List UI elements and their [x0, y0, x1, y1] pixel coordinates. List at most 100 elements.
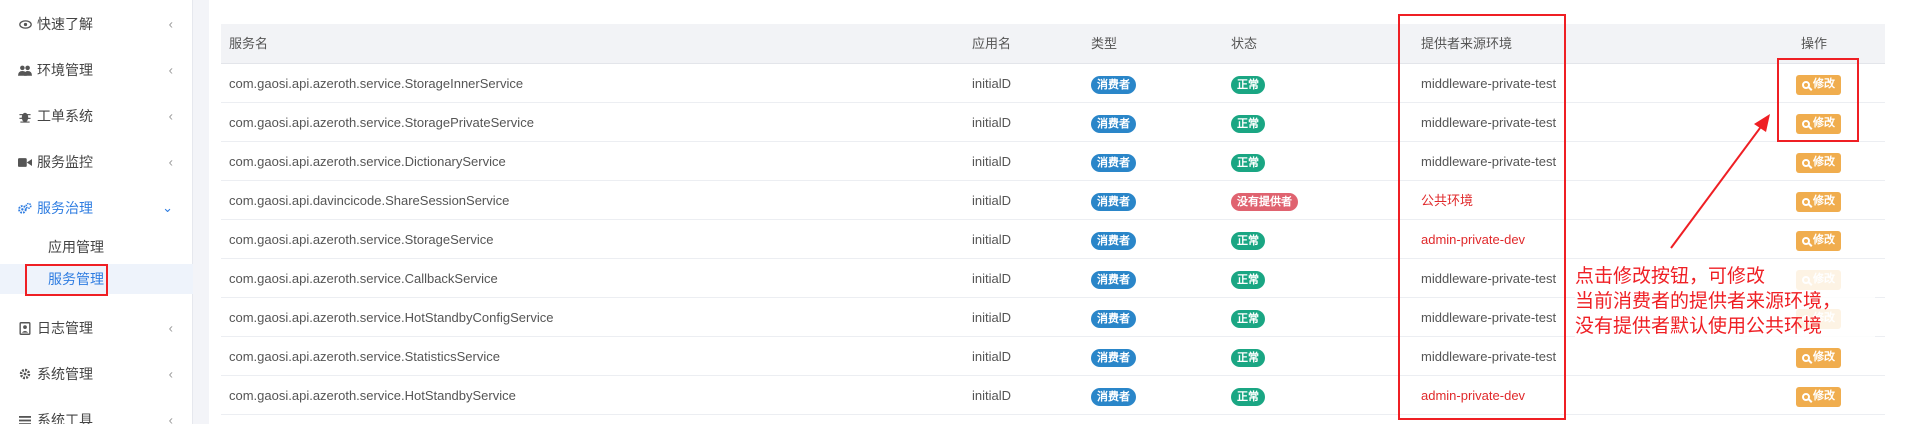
cell-app-name: initialD: [972, 76, 1012, 91]
search-icon: [1802, 197, 1810, 206]
cogs-icon: [18, 201, 32, 215]
column-header-type: 类型: [1091, 36, 1118, 51]
cell-action: 修改: [1796, 337, 1841, 376]
status-badge: 正常: [1231, 114, 1265, 133]
edit-buttons-highlight: [1777, 58, 1859, 142]
gear-icon: [18, 367, 32, 381]
edit-button[interactable]: 修改: [1796, 191, 1841, 212]
annotation-text: 点击修改按钮，可修改 当前消费者的提供者来源环境， 没有提供者默认使用公共环境: [1575, 264, 1875, 339]
cell-type: 消费者: [1091, 181, 1136, 220]
sidebar-item-log-management[interactable]: 日志管理 ‹: [0, 314, 193, 342]
cell-type: 消费者: [1091, 298, 1136, 337]
chevron-left-icon: ‹: [168, 108, 173, 124]
cell-app-name: initialD: [972, 115, 1012, 130]
status-badge: 没有提供者: [1231, 192, 1298, 211]
edit-button-label: 修改: [1813, 351, 1835, 364]
chevron-left-icon: ‹: [168, 412, 173, 424]
annotation-line: 点击修改按钮，可修改: [1575, 265, 1766, 287]
edit-button[interactable]: 修改: [1796, 152, 1841, 173]
edit-button-label: 修改: [1813, 156, 1835, 169]
sidebar-item-quick-start[interactable]: 快速了解 ‹: [0, 10, 193, 38]
cell-service-name: com.gaosi.api.azeroth.service.HotStandby…: [229, 310, 554, 325]
video-icon: [18, 155, 32, 169]
type-badge: 消费者: [1091, 348, 1136, 367]
cell-status: 正常: [1231, 337, 1265, 376]
sidebar-item-service-governance[interactable]: 服务治理 ⌄: [0, 194, 193, 222]
status-badge: 正常: [1231, 270, 1265, 289]
cell-status: 没有提供者: [1231, 181, 1298, 220]
cell-status: 正常: [1231, 64, 1265, 103]
edit-button-label: 修改: [1813, 390, 1835, 403]
sidebar-item-label: 工单系统: [37, 108, 93, 124]
cell-type: 消费者: [1091, 142, 1136, 181]
sidebar-item-service-monitor[interactable]: 服务监控 ‹: [0, 148, 193, 176]
type-badge: 消费者: [1091, 231, 1136, 250]
column-header-service: 服务名: [229, 36, 269, 51]
edit-button-label: 修改: [1813, 234, 1835, 247]
annotation-line: 当前消费者的提供者来源环境，: [1575, 290, 1842, 312]
chevron-left-icon: ‹: [168, 62, 173, 78]
cell-app-name: initialD: [972, 271, 1012, 286]
cell-status: 正常: [1231, 103, 1265, 142]
table-row: com.gaosi.api.azeroth.service.StorageSer…: [221, 220, 1885, 259]
table-body: com.gaosi.api.azeroth.service.StorageInn…: [221, 64, 1885, 415]
type-badge: 消费者: [1091, 309, 1136, 328]
status-badge: 正常: [1231, 387, 1265, 406]
status-badge: 正常: [1231, 231, 1265, 250]
sidebar-item-system-tools[interactable]: 系统工具 ‹: [0, 406, 193, 424]
cell-service-name: com.gaosi.api.azeroth.service.StoragePri…: [229, 115, 534, 130]
sidebar-subitem-app-management[interactable]: 应用管理: [0, 232, 193, 262]
column-header-status: 状态: [1231, 36, 1258, 51]
cell-service-name: com.gaosi.api.azeroth.service.HotStandby…: [229, 388, 516, 403]
chevron-left-icon: ‹: [168, 366, 173, 382]
search-icon: [1802, 353, 1810, 362]
cell-status: 正常: [1231, 142, 1265, 181]
cell-action: 修改: [1796, 220, 1841, 259]
env-column-highlight: [1398, 14, 1566, 420]
search-icon: [1802, 392, 1810, 401]
sidebar-item-system-management[interactable]: 系统管理 ‹: [0, 360, 193, 388]
cell-type: 消费者: [1091, 64, 1136, 103]
sidebar-item-label: 日志管理: [37, 320, 93, 336]
sidebar-item-label: 系统管理: [37, 366, 93, 382]
users-icon: [18, 63, 32, 77]
cell-status: 正常: [1231, 259, 1265, 298]
chevron-left-icon: ‹: [168, 154, 173, 170]
sidebar-item-env-management[interactable]: 环境管理 ‹: [0, 56, 193, 84]
services-table: 服务名 应用名 类型 状态 提供者来源环境 操作 com.gaosi.api.a…: [221, 24, 1885, 415]
table-row: com.gaosi.api.azeroth.service.Statistics…: [221, 337, 1885, 376]
sidebar-item-ticket-system[interactable]: 工单系统 ‹: [0, 102, 193, 130]
column-header-app: 应用名: [972, 36, 1012, 51]
cell-service-name: com.gaosi.api.azeroth.service.Dictionary…: [229, 154, 506, 169]
cell-type: 消费者: [1091, 220, 1136, 259]
annotation-line: 没有提供者默认使用公共环境: [1575, 315, 1823, 337]
edit-button[interactable]: 修改: [1796, 347, 1841, 368]
edit-button-label: 修改: [1813, 195, 1835, 208]
cell-type: 消费者: [1091, 259, 1136, 298]
cell-app-name: initialD: [972, 310, 1012, 325]
edit-button[interactable]: 修改: [1796, 386, 1841, 407]
cell-app-name: initialD: [972, 193, 1012, 208]
cell-service-name: com.gaosi.api.azeroth.service.CallbackSe…: [229, 271, 498, 286]
type-badge: 消费者: [1091, 192, 1136, 211]
cell-type: 消费者: [1091, 337, 1136, 376]
cell-type: 消费者: [1091, 376, 1136, 415]
table-row: com.gaosi.api.davincicode.ShareSessionSe…: [221, 181, 1885, 220]
status-badge: 正常: [1231, 75, 1265, 94]
cell-action: 修改: [1796, 376, 1841, 415]
sidebar-item-label: 系统工具: [37, 412, 93, 424]
type-badge: 消费者: [1091, 114, 1136, 133]
cell-action: 修改: [1796, 181, 1841, 220]
table-row: com.gaosi.api.azeroth.service.StorageInn…: [221, 64, 1885, 103]
cell-service-name: com.gaosi.api.davincicode.ShareSessionSe…: [229, 193, 510, 208]
cell-type: 消费者: [1091, 103, 1136, 142]
status-badge: 正常: [1231, 153, 1265, 172]
sidebar-item-label: 服务治理: [37, 200, 93, 216]
edit-button[interactable]: 修改: [1796, 230, 1841, 251]
chevron-left-icon: ‹: [168, 16, 173, 32]
sidebar-item-label: 环境管理: [37, 62, 93, 78]
cell-status: 正常: [1231, 298, 1265, 337]
cell-app-name: initialD: [972, 349, 1012, 364]
type-badge: 消费者: [1091, 270, 1136, 289]
chevron-left-icon: ‹: [168, 320, 173, 336]
